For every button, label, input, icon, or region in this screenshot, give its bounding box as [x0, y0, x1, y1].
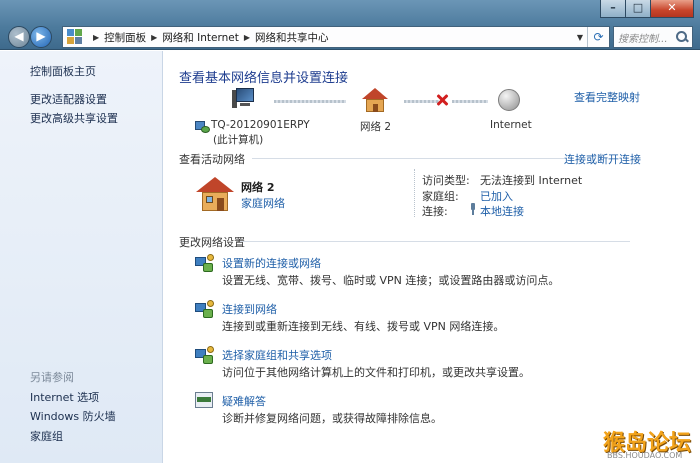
connections-label: 连接:	[422, 205, 448, 218]
watermark-subtext: BBS.HOUDAO.COM	[607, 451, 683, 460]
forward-arrow-icon: ▶	[36, 29, 46, 43]
refresh-button[interactable]: ⟳	[587, 27, 609, 47]
breadcrumb-network-sharing-center[interactable]: 网络和共享中心	[255, 30, 329, 45]
homegroup-joined-link[interactable]: 已加入	[480, 188, 513, 204]
vertical-divider	[414, 169, 415, 217]
maximize-button[interactable]: □	[625, 0, 651, 18]
close-button[interactable]: ✕	[650, 0, 694, 18]
connect-disconnect-link[interactable]: 连接或断开连接	[564, 151, 641, 167]
address-history-dropdown[interactable]: ▼	[573, 33, 587, 42]
breadcrumb-control-panel[interactable]: 控制面板	[104, 30, 146, 45]
breadcrumb-separator-icon[interactable]: ▶	[244, 33, 250, 42]
homegroup-sharing-link[interactable]: 选择家庭组和共享选项	[222, 347, 332, 363]
forward-button[interactable]: ▶	[30, 26, 52, 48]
broken-line-left	[404, 100, 439, 103]
title-bar: – □ ✕ ◀ ▶ ▶ 控制面板 ▶ 网络和 Internet ▶ 网络和共享中…	[0, 0, 700, 50]
divider	[252, 158, 564, 159]
search-box[interactable]: 搜索控制...	[613, 26, 693, 48]
broken-line-right	[452, 100, 488, 103]
setup-new-connection-link[interactable]: 设置新的连接或网络	[222, 255, 321, 271]
access-type-label: 访问类型:	[422, 174, 470, 187]
site-watermark: 猴岛论坛 BBS.HOUDAO.COM	[603, 425, 698, 461]
troubleshoot-desc: 诊断并修复网络问题，或获得故障排除信息。	[222, 412, 442, 425]
computer-note: (此计算机)	[213, 134, 264, 146]
local-connection-link[interactable]: 本地连接	[480, 203, 524, 219]
troubleshoot-link[interactable]: 疑难解答	[222, 393, 266, 409]
back-button[interactable]: ◀	[8, 26, 30, 48]
setup-new-connection-desc: 设置无线、宽带、拨号、临时或 VPN 连接；或设置路由器或访问点。	[222, 274, 560, 287]
network-label: 网络 2	[360, 121, 392, 133]
troubleshoot-icon	[195, 392, 215, 410]
view-full-map-link[interactable]: 查看完整映射	[574, 89, 640, 105]
connect-to-network-desc: 连接到或重新连接到无线、有线、拨号或 VPN 网络连接。	[222, 320, 505, 333]
change-settings-heading: 更改网络设置	[179, 236, 245, 249]
breadcrumb-separator-icon[interactable]: ▶	[151, 33, 157, 42]
minimize-button[interactable]: –	[600, 0, 626, 18]
connection-line	[274, 100, 346, 103]
main-content: 查看基本网络信息并设置连接 查看完整映射 TQ-20120901ERPY (此计…	[164, 51, 700, 463]
network-type-link[interactable]: 家庭网络	[241, 195, 285, 211]
window-controls: – □ ✕	[600, 0, 694, 18]
sidebar-item-change-adapter-settings[interactable]: 更改适配器设置	[30, 91, 107, 107]
see-also-heading: 另请参阅	[30, 371, 74, 384]
disconnected-x-icon[interactable]	[435, 93, 449, 107]
homegroup-label: 家庭组:	[422, 190, 459, 203]
sidebar-control-panel-home[interactable]: 控制面板主页	[30, 63, 96, 79]
sidebar-item-change-advanced-sharing[interactable]: 更改高级共享设置	[30, 110, 118, 126]
access-type-value: 无法连接到 Internet	[480, 174, 583, 187]
computer-network-icon	[195, 118, 210, 133]
back-arrow-icon: ◀	[14, 29, 24, 43]
control-panel-icon	[67, 29, 85, 45]
home-network-icon	[196, 177, 234, 211]
computer-icon[interactable]	[232, 88, 256, 110]
breadcrumb-network-internet[interactable]: 网络和 Internet	[162, 30, 239, 45]
connect-network-icon	[195, 300, 215, 320]
breadcrumb-separator-icon[interactable]: ▶	[93, 33, 99, 42]
connect-to-network-link[interactable]: 连接到网络	[222, 301, 277, 317]
sidebar-item-homegroup[interactable]: 家庭组	[30, 428, 63, 444]
active-networks-heading: 查看活动网络	[179, 153, 245, 166]
page-title: 查看基本网络信息并设置连接	[179, 71, 349, 86]
ethernet-plug-icon	[469, 203, 477, 215]
computer-name: TQ-20120901ERPY	[211, 119, 310, 131]
internet-globe-icon[interactable]	[498, 89, 520, 111]
sidebar-item-internet-options[interactable]: Internet 选项	[30, 389, 99, 405]
sidebar-item-windows-firewall[interactable]: Windows 防火墙	[30, 408, 116, 424]
internet-label: Internet	[490, 119, 532, 131]
new-connection-icon	[195, 254, 215, 274]
homegroup-sharing-icon	[195, 346, 215, 366]
network-house-icon[interactable]	[362, 88, 388, 112]
address-bar[interactable]: ▶ 控制面板 ▶ 网络和 Internet ▶ 网络和共享中心 ▼ ⟳	[62, 26, 610, 48]
homegroup-sharing-desc: 访问位于其他网络计算机上的文件和打印机，或更改共享设置。	[222, 366, 530, 379]
divider	[240, 241, 630, 242]
active-network-name: 网络 2	[241, 181, 275, 194]
refresh-icon: ⟳	[593, 30, 604, 44]
sidebar: 控制面板主页 更改适配器设置 更改高级共享设置 另请参阅 Internet 选项…	[0, 51, 163, 463]
search-input[interactable]: 搜索控制...	[618, 30, 675, 45]
search-icon[interactable]	[675, 30, 689, 44]
